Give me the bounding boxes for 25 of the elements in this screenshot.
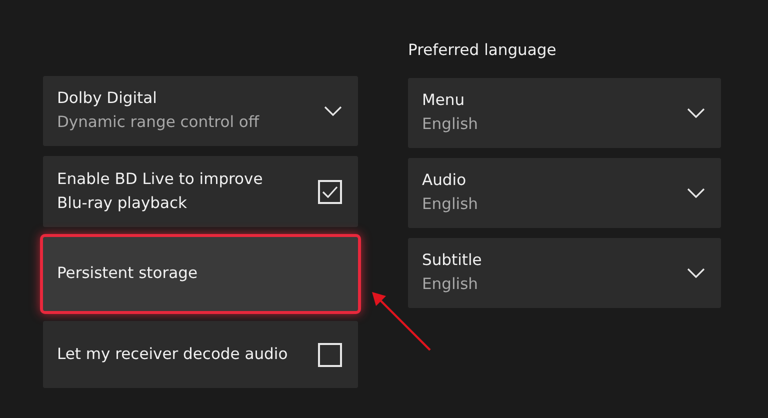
setting-value: English [422,194,478,215]
setting-button[interactable]: Persistent storage [43,237,358,311]
setting-value: English [422,114,478,135]
setting-value: English [422,274,479,295]
language-dropdown[interactable]: Menu English [408,78,721,148]
chevron-down-icon [687,188,705,198]
checkbox[interactable] [318,342,342,366]
checkbox[interactable] [318,180,342,204]
setting-label: Subtitle [422,250,482,271]
setting-checkbox[interactable]: Let my receiver decode audio [43,321,358,388]
setting-value: Dynamic range control off [57,112,260,134]
language-dropdown[interactable]: Subtitle English [408,238,721,308]
chevron-down-icon [687,108,705,118]
setting-label: Dolby Digital [57,88,158,109]
check-icon [322,186,338,198]
setting-label: Audio [422,170,468,191]
setting-label: Let my receiver decode audio [57,344,288,365]
section-heading: Preferred language [408,40,558,61]
setting-label: Enable BD Live to improve Blu-ray playback [57,169,264,214]
language-dropdown[interactable]: Audio English [408,158,721,228]
setting-checkbox[interactable]: Enable BD Live to improve Blu-ray playback [43,156,358,227]
setting-dropdown[interactable]: Dolby Digital Dynamic range control off [43,76,358,146]
setting-label: Menu [422,90,466,111]
chevron-down-icon [687,268,705,278]
chevron-down-icon [324,106,342,116]
